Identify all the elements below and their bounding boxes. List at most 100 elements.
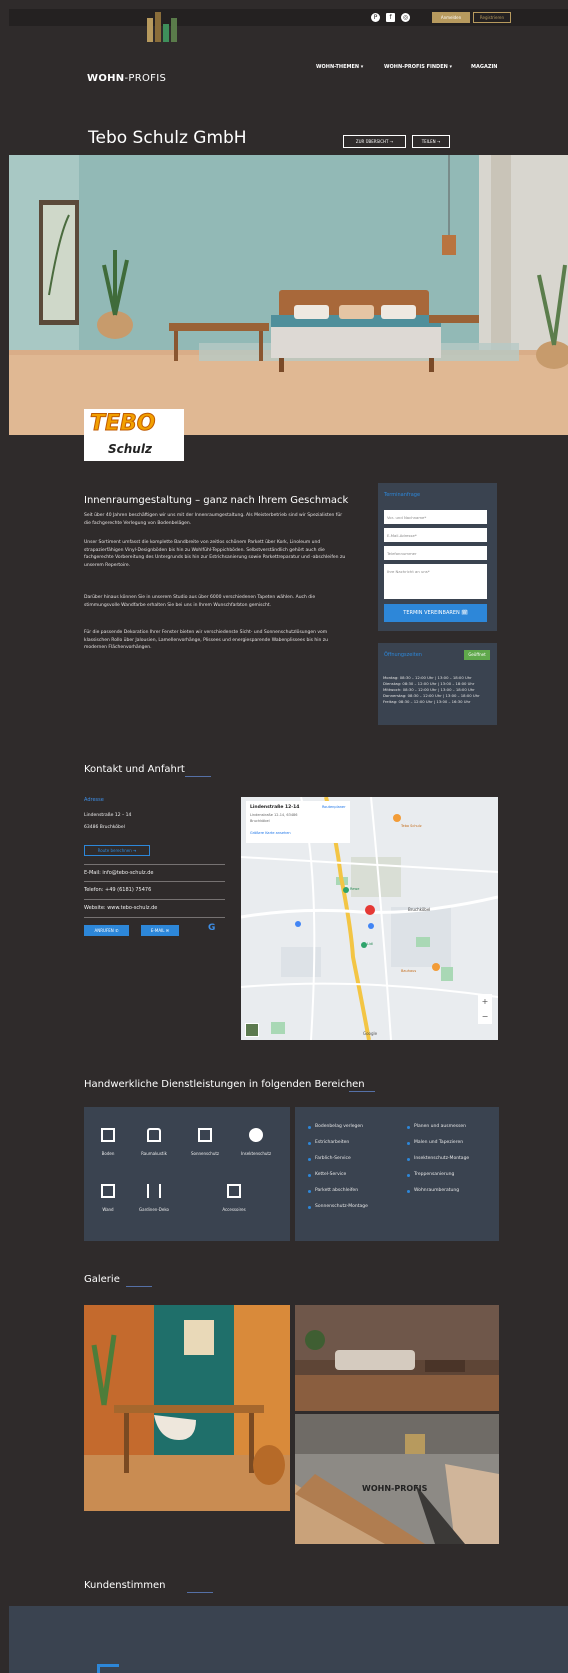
zoom-out-button[interactable]: − (478, 1009, 492, 1024)
service-item: Malen und Tapezieren (406, 1140, 464, 1145)
email-field[interactable]: E-Mail-Adresse* (384, 528, 487, 542)
share-button[interactable]: TEILEN → (412, 135, 450, 148)
message-field[interactable]: Ihre Nachricht an uns* (384, 564, 487, 599)
divider (84, 881, 225, 882)
instagram-icon[interactable]: ◎ (401, 13, 410, 22)
map-info-card: Lindenstraße 12-14 Lindenstraße 12-14, 6… (246, 801, 350, 843)
appointment-form: Terminanfrage Vor- und Nachname* E-Mail-… (378, 483, 497, 631)
service-item: Planen und ausmessen (406, 1124, 467, 1129)
map-town-label: Bruchköbel (408, 907, 431, 912)
wall-icon[interactable] (101, 1184, 115, 1198)
gallery-image-samples[interactable]: WOHN-PROFIS (295, 1414, 499, 1544)
address-street: Lindenstraße 12 – 14 (84, 813, 132, 818)
page-title: Tebo Schulz GmbH (88, 128, 247, 148)
service-item: Estricharbeiten (307, 1140, 350, 1145)
map-place-label: Rewe (350, 887, 360, 891)
service-label: Accessoires (222, 1207, 246, 1212)
services-icon-panel: Boden Raumakustik Sonnenschutz Insektens… (84, 1107, 290, 1241)
map-place-label: Bauhaus (401, 969, 417, 973)
nav-magazin[interactable]: MAGAZIN (471, 64, 498, 70)
nav-wohn-profis-finden[interactable]: WOHN-PROFIS FINDEN ▾ (384, 64, 452, 70)
contact-email[interactable]: E-Mail: info@tebo-schulz.de (84, 870, 153, 876)
intro-paragraph-2: Unser Sortiment umfasst die komplette Ba… (84, 540, 346, 568)
sunshade-icon[interactable] (198, 1128, 212, 1142)
phone-field[interactable]: Telefonnummer (384, 546, 487, 560)
heading-underline (126, 1286, 152, 1287)
satellite-toggle[interactable] (245, 1023, 259, 1037)
hero-image (9, 155, 568, 435)
service-item: Farblich-Service (308, 1156, 351, 1161)
service-label: Raumakustik (141, 1151, 167, 1156)
service-item: Sonnenschutz-Montage (308, 1204, 368, 1209)
site-header: WOHN-PROFIS WOHN-THEMEN ▾ WOHN-PROFIS FI… (9, 12, 568, 124)
address-city: 63486 Bruchköbel (84, 825, 125, 830)
open-status-badge: Geöffnet (464, 650, 490, 660)
facebook-icon[interactable]: f (386, 13, 395, 22)
divider (84, 899, 225, 900)
service-label: Insektenschutz (240, 1151, 272, 1156)
testimonials-panel (9, 1606, 568, 1673)
heading-underline (187, 1592, 213, 1593)
services-list-panel: Bodenbelag verlegen Estricharbeiten Farb… (295, 1107, 499, 1241)
quote-icon (97, 1664, 119, 1673)
larger-map-link[interactable]: Größere Karte ansehen (250, 831, 291, 835)
services-heading: Handwerkliche Dienstleistungen in folgen… (84, 1079, 365, 1090)
overview-button[interactable]: ZUR ÜBERSICHT → (343, 135, 406, 148)
hours-title: Öffnungszeiten (384, 652, 422, 658)
map-place-label: Tebo Schulz (401, 824, 422, 828)
service-item: Parkett abschleifen (307, 1188, 359, 1193)
heading-underline (349, 1091, 375, 1092)
nav-wohn-themen[interactable]: WOHN-THEMEN ▾ (316, 64, 363, 70)
floor-icon[interactable] (101, 1128, 115, 1142)
divider (84, 917, 225, 918)
brand-logo[interactable]: WOHN-PROFIS (85, 12, 185, 89)
curtain-icon[interactable] (147, 1184, 161, 1198)
location-map[interactable]: Lindenstraße 12-14 Lindenstraße 12-14, 6… (241, 797, 498, 1040)
accessories-icon[interactable] (227, 1184, 241, 1198)
call-button[interactable]: ANRUFEN ✆ (84, 925, 129, 936)
intro-heading: Innenraumgestaltung – ganz nach Ihrem Ge… (84, 495, 349, 506)
map-zoom-controls: + − (478, 994, 492, 1024)
intro-paragraph-4: Für die passende Dekoration Ihrer Fenste… (84, 630, 328, 650)
contact-heading: Kontakt und Anfahrt (84, 764, 185, 775)
company-logo: TEBO Schulz (84, 409, 184, 461)
testimonials-heading: Kundenstimmen (84, 1580, 166, 1591)
mail-button[interactable]: E-MAIL ✉ (141, 925, 179, 936)
service-label: Wand (102, 1207, 114, 1212)
directions-link[interactable]: Routenplaner (322, 805, 346, 809)
zoom-in-button[interactable]: + (478, 994, 492, 1009)
pinterest-icon[interactable]: P (371, 13, 380, 22)
map-place-label: Lidl (367, 942, 374, 946)
appointment-submit-button[interactable]: TERMIN VEREINBAREN 🗓 (384, 604, 487, 622)
route-button[interactable]: Route berechnen ➜ (84, 845, 150, 856)
service-label: Gardinen-Deko (139, 1207, 169, 1212)
gallery-heading: Galerie (84, 1274, 120, 1285)
top-bar: P f ◎ Anmelden Registrieren (9, 9, 568, 26)
contact-website[interactable]: Website: www.tebo-schulz.de (84, 905, 157, 911)
register-button[interactable]: Registrieren (473, 12, 511, 23)
name-field[interactable]: Vor- und Nachname* (384, 510, 487, 524)
divider (84, 864, 225, 865)
gallery-image-living-room[interactable] (295, 1305, 499, 1411)
appointment-title: Terminanfrage (384, 492, 421, 498)
gallery-watermark: WOHN-PROFIS (362, 1484, 428, 1493)
service-item: Bodenbelag verlegen (307, 1124, 364, 1129)
address-label: Adresse (84, 797, 104, 803)
intro-paragraph-1: Seit über 40 Jahren beschäftigen wir uns… (84, 513, 343, 526)
map-attribution: Google (363, 1031, 378, 1036)
brand-name: WOHN-PROFIS (87, 73, 167, 84)
login-button[interactable]: Anmelden (432, 12, 470, 23)
service-label: Boden (101, 1151, 115, 1156)
service-item: Kettel-Service (307, 1172, 347, 1177)
contact-phone[interactable]: Telefon: +49 (6181) 75476 (84, 887, 151, 893)
gallery-image-office[interactable] (84, 1305, 290, 1511)
hours-friday: Freitag: 08:30 – 12:00 Uhr | 13:00 – 16:… (383, 699, 471, 704)
intro-paragraph-3: Darüber hinaus können Sie in unserem Stu… (84, 595, 316, 608)
insect-icon[interactable] (249, 1128, 263, 1142)
service-item: Treppensanierung (406, 1172, 455, 1177)
service-item: Insektenschutz-Montage (406, 1156, 470, 1161)
google-icon[interactable]: G (208, 923, 215, 933)
acoustic-icon[interactable] (147, 1128, 161, 1142)
service-label: Sonnenschutz (190, 1151, 220, 1156)
service-item: Wohnraumberatung (406, 1188, 460, 1193)
